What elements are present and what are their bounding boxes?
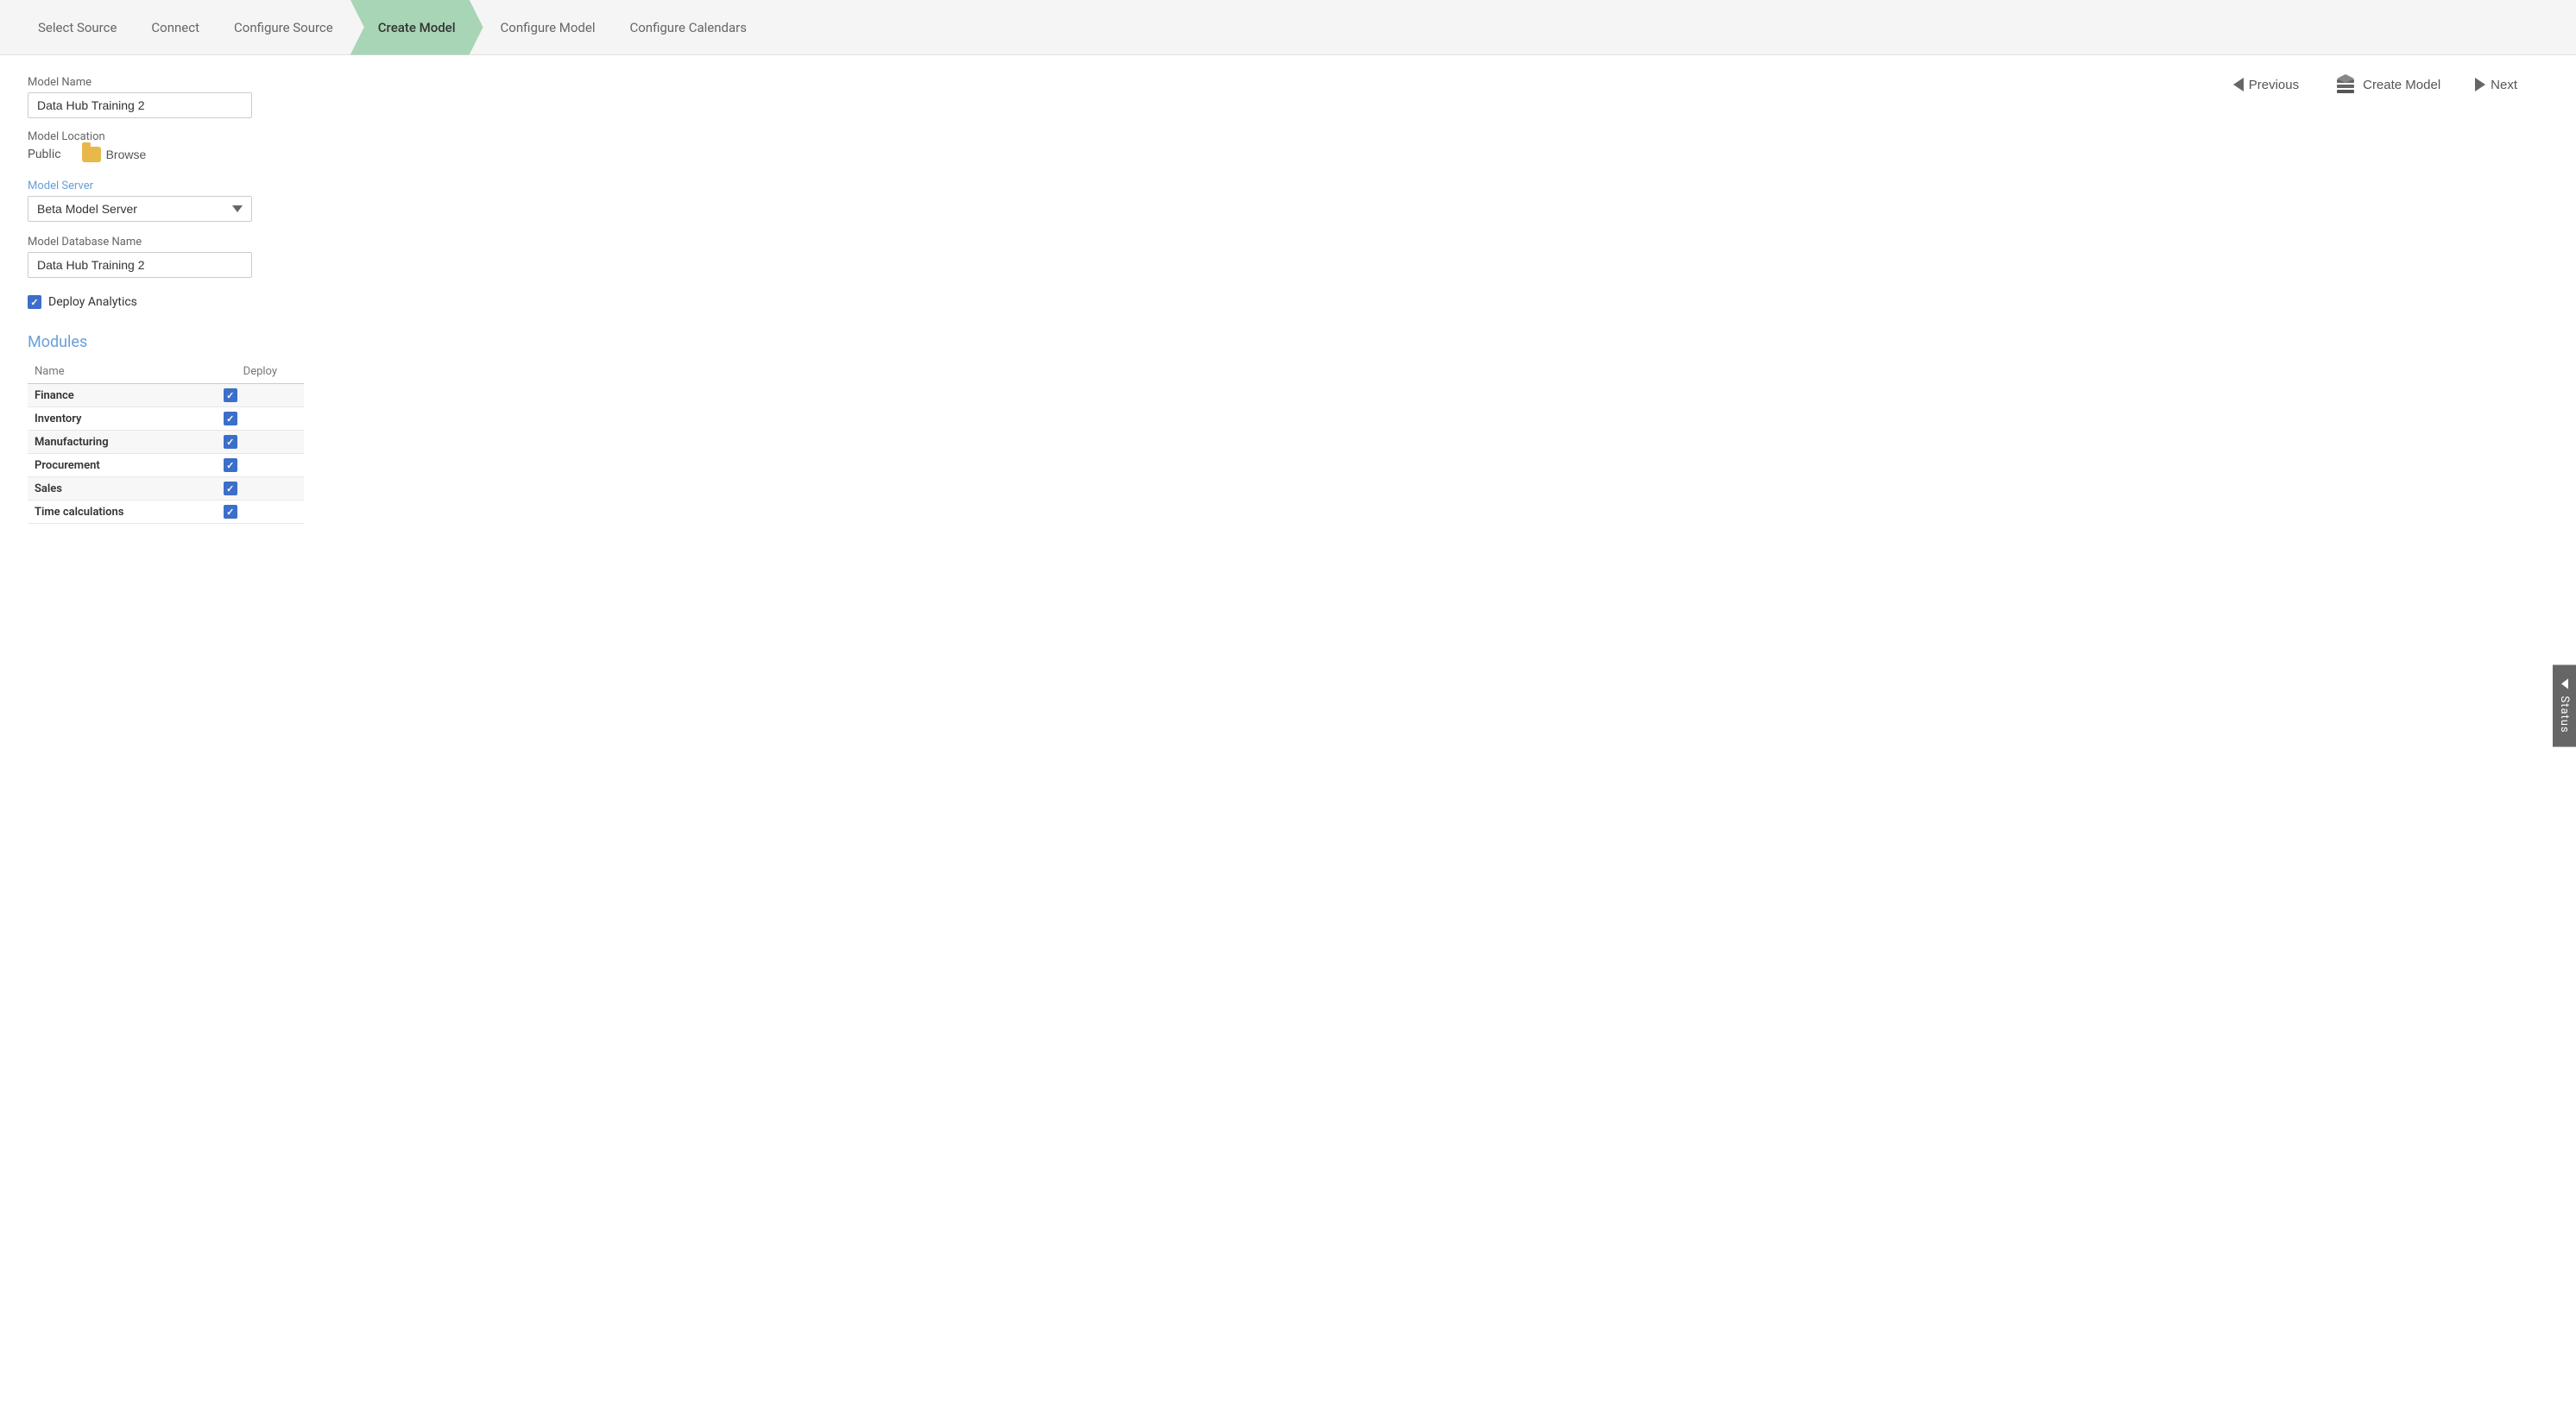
- public-label: Public: [28, 148, 61, 161]
- model-name-input[interactable]: [28, 92, 252, 118]
- model-database-name-input[interactable]: [28, 252, 252, 278]
- main-content: Previous Create Model Next Model Name Mo…: [0, 55, 2576, 1411]
- model-server-label: Model Server: [28, 180, 459, 192]
- folder-icon: [82, 147, 101, 162]
- next-button[interactable]: Next: [2468, 74, 2524, 96]
- nav-step-connect[interactable]: Connect: [134, 0, 217, 55]
- form-area: Model Name Model Location Public Browse …: [28, 76, 459, 1390]
- modules-table: Name Deploy FinanceInventoryManufacturin…: [28, 362, 304, 524]
- create-model-button[interactable]: Create Model: [2327, 69, 2447, 100]
- module-deploy-checkbox[interactable]: [224, 388, 237, 402]
- module-name: Procurement: [28, 454, 217, 477]
- module-deploy-checkbox[interactable]: [224, 458, 237, 472]
- module-deploy-checkbox[interactable]: [224, 482, 237, 495]
- table-row: Inventory: [28, 407, 304, 431]
- modules-title: Modules: [28, 333, 459, 351]
- deploy-analytics-label: Deploy Analytics: [48, 295, 137, 309]
- deploy-analytics-checkbox[interactable]: [28, 295, 41, 309]
- module-deploy-checkbox[interactable]: [224, 412, 237, 425]
- nav-step-configure-model[interactable]: Configure Model: [483, 0, 613, 55]
- model-name-label: Model Name: [28, 76, 459, 89]
- browse-button[interactable]: Browse: [82, 147, 147, 162]
- action-bar: Previous Create Model Next: [2226, 69, 2524, 100]
- table-row: Sales: [28, 477, 304, 501]
- module-deploy-checkbox[interactable]: [224, 435, 237, 449]
- status-panel[interactable]: Status: [2553, 665, 2576, 746]
- col-deploy-header: Deploy: [217, 362, 304, 384]
- module-deploy-cell: [217, 407, 304, 431]
- module-deploy-cell: [217, 384, 304, 407]
- module-name: Finance: [28, 384, 217, 407]
- module-name: Time calculations: [28, 501, 217, 524]
- model-location-label: Model Location: [28, 130, 459, 143]
- create-model-icon: [2333, 72, 2358, 97]
- nav-step-select-source[interactable]: Select Source: [21, 0, 134, 55]
- module-deploy-cell: [217, 431, 304, 454]
- top-nav: Select Source Connect Configure Source C…: [0, 0, 2576, 55]
- table-row: Procurement: [28, 454, 304, 477]
- model-database-name-label: Model Database Name: [28, 236, 459, 249]
- model-location-row: Public Browse: [28, 147, 459, 162]
- status-label: Status: [2558, 696, 2571, 733]
- module-deploy-checkbox[interactable]: [224, 505, 237, 519]
- deploy-analytics-row: Deploy Analytics: [28, 295, 459, 309]
- model-server-select[interactable]: Beta Model Server Alpha Model Server Pro…: [28, 196, 252, 222]
- status-chevron-icon: [2561, 678, 2568, 689]
- table-row: Manufacturing: [28, 431, 304, 454]
- previous-button[interactable]: Previous: [2226, 74, 2306, 96]
- chevron-right-icon: [2475, 78, 2485, 91]
- nav-step-create-model[interactable]: Create Model: [350, 0, 483, 55]
- module-deploy-cell: [217, 501, 304, 524]
- col-name-header: Name: [28, 362, 217, 384]
- module-deploy-cell: [217, 477, 304, 501]
- table-row: Time calculations: [28, 501, 304, 524]
- module-name: Sales: [28, 477, 217, 501]
- modules-section: Modules Name Deploy FinanceInventoryManu…: [28, 333, 459, 524]
- module-name: Inventory: [28, 407, 217, 431]
- nav-step-configure-calendars[interactable]: Configure Calendars: [612, 0, 763, 55]
- table-row: Finance: [28, 384, 304, 407]
- nav-step-configure-source[interactable]: Configure Source: [217, 0, 350, 55]
- module-deploy-cell: [217, 454, 304, 477]
- chevron-left-icon: [2233, 78, 2244, 91]
- module-name: Manufacturing: [28, 431, 217, 454]
